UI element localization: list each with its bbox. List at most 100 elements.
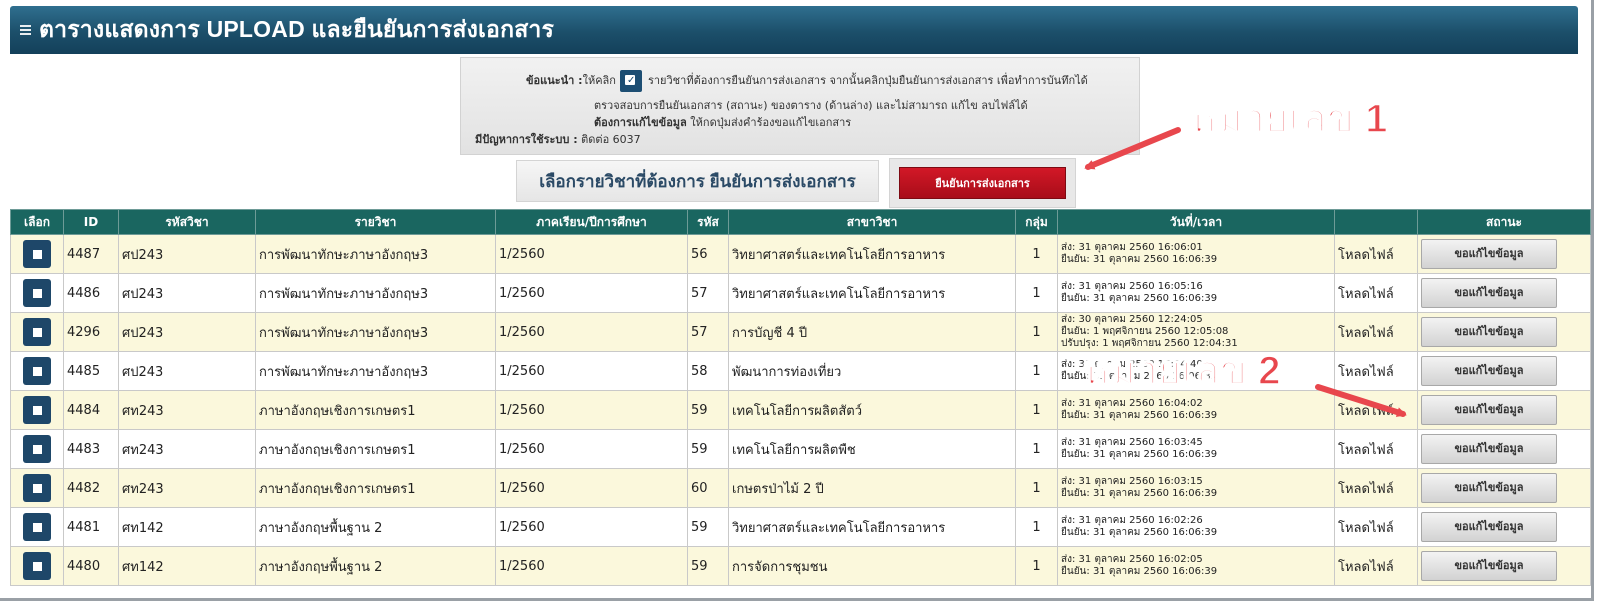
select-row-button[interactable]: [23, 357, 51, 385]
table-row: 4483 ศท243 ภาษาอังกฤษเชิงการเกษตร1 1/2560 59…: [10, 429, 1591, 469]
row-code: ศป243: [118, 351, 256, 391]
request-edit-button[interactable]: ขอแก้ไขข้อมูล: [1421, 317, 1557, 347]
row-major: พัฒนาการท่องเที่ยว: [728, 351, 1016, 391]
row-code: ศท243: [118, 390, 256, 430]
request-edit-button[interactable]: ขอแก้ไขข้อมูล: [1421, 473, 1557, 503]
download-file-link[interactable]: โหลดไฟล์: [1338, 248, 1394, 263]
row-datetime: ส่ง: 31 ตุลาคม 2560 16:05:16 ยืนยัน: 31 ต…: [1057, 273, 1335, 313]
select-cell: [10, 273, 64, 313]
download-file-link[interactable]: โหลดไฟล์: [1338, 482, 1394, 497]
download-file-link[interactable]: โหลดไฟล์: [1338, 326, 1394, 341]
row-status: ขอแก้ไขข้อมูล: [1417, 390, 1591, 430]
confirm-time: ยืนยัน: 31 ตุลาคม 2560 16:06:39: [1061, 566, 1218, 577]
select-cell: [10, 468, 64, 508]
download-file-link[interactable]: โหลดไฟล์: [1338, 443, 1394, 458]
row-term: 1/2560: [495, 273, 688, 313]
row-file: โหลดไฟล์: [1334, 234, 1418, 274]
select-row-button[interactable]: [23, 513, 51, 541]
confirm-submit-button[interactable]: ยืนยันการส่งเอกสาร: [899, 167, 1066, 199]
row-file: โหลดไฟล์: [1334, 546, 1418, 586]
title-bar: ตารางแสดงการ UPLOAD และยืนยันการส่งเอกสา…: [10, 6, 1578, 54]
confirm-time: ยืนยัน: 31 ตุลาคม 2560 16:06:39: [1061, 254, 1218, 265]
col-code: รหัสวิชา: [118, 209, 256, 235]
download-file-link[interactable]: โหลดไฟล์: [1338, 521, 1394, 536]
request-edit-button[interactable]: ขอแก้ไขข้อมูล: [1421, 434, 1557, 464]
row-section: 56: [687, 234, 729, 274]
select-cell: [10, 429, 64, 469]
download-file-link[interactable]: โหลดไฟล์: [1338, 560, 1394, 575]
confirm-time: ยืนยัน: 1 พฤศจิกายน 2560 12:05:08: [1061, 326, 1229, 337]
download-file-link[interactable]: โหลดไฟล์: [1338, 365, 1394, 380]
row-group: 1: [1015, 312, 1058, 352]
select-cell: [10, 546, 64, 586]
request-edit-button[interactable]: ขอแก้ไขข้อมูล: [1421, 551, 1557, 581]
row-section: 59: [687, 390, 729, 430]
row-term: 1/2560: [495, 351, 688, 391]
select-row-button[interactable]: [23, 318, 51, 346]
request-edit-button[interactable]: ขอแก้ไขข้อมูล: [1421, 239, 1557, 269]
row-term: 1/2560: [495, 468, 688, 508]
row-term: 1/2560: [495, 390, 688, 430]
select-row-button[interactable]: [23, 435, 51, 463]
col-file: [1334, 209, 1418, 235]
confirm-time: ยืนยัน: 31 ตุลาคม 2560 16:06:39: [1061, 410, 1218, 421]
row-datetime: ส่ง: 31 ตุลาคม 2560 16:02:26 ยืนยัน: 31 ต…: [1057, 507, 1335, 547]
row-id: 4486: [63, 273, 119, 313]
select-row-button[interactable]: [23, 396, 51, 424]
documents-table: เลือก ID รหัสวิชา รายวิชา ภาคเรียน/ปีการ…: [10, 209, 1591, 586]
row-term: 1/2560: [495, 234, 688, 274]
request-edit-button[interactable]: ขอแก้ไขข้อมูล: [1421, 356, 1557, 386]
hint-edit-text: ให้กดปุ่มส่งคำร้องขอแก้ไขเอกสาร: [686, 116, 852, 129]
table-row: 4296 ศป243 การพัฒนาทักษะภาษาอังกฤษ3 1/2560 5…: [10, 312, 1591, 352]
row-file: โหลดไฟล์: [1334, 390, 1418, 430]
select-cell: [10, 312, 64, 352]
checkbox-icon: ✓: [619, 70, 642, 92]
col-select: เลือก: [10, 209, 64, 235]
hint-line-1: ข้อแนะนำ :ให้คลิก ✓ รายวิชาที่ต้องการยืนยั…: [526, 70, 1088, 92]
submit-time: ส่ง: 30 ตุลาคม 2560 12:24:05: [1061, 314, 1203, 325]
row-id: 4483: [63, 429, 119, 469]
table-row: 4485 ศป243 การพัฒนาทักษะภาษาอังกฤษ3 1/2560 5…: [10, 351, 1591, 391]
row-status: ขอแก้ไขข้อมูล: [1417, 468, 1591, 508]
select-row-button[interactable]: [23, 474, 51, 502]
select-cell: [10, 234, 64, 274]
select-row-button[interactable]: [23, 240, 51, 268]
table-row: 4482 ศท243 ภาษาอังกฤษเชิงการเกษตร1 1/2560 60…: [10, 468, 1591, 508]
row-id: 4296: [63, 312, 119, 352]
row-section: 57: [687, 273, 729, 313]
row-status: ขอแก้ไขข้อมูล: [1417, 351, 1591, 391]
row-id: 4480: [63, 546, 119, 586]
row-section: 58: [687, 351, 729, 391]
col-status: สถานะ: [1417, 209, 1591, 235]
select-cell: [10, 390, 64, 430]
request-edit-button[interactable]: ขอแก้ไขข้อมูล: [1421, 278, 1557, 308]
row-datetime: ส่ง: 31 ตุลาคม 2560 16:03:45 ยืนยัน: 31 ต…: [1057, 429, 1335, 469]
row-id: 4485: [63, 351, 119, 391]
confirm-time: ยืนยัน: 31 ตุลาคม 2560 16:06:39: [1061, 527, 1218, 538]
row-status: ขอแก้ไขข้อมูล: [1417, 312, 1591, 352]
row-file: โหลดไฟล์: [1334, 429, 1418, 469]
row-major: เทคโนโลยีการผลิตสัตว์: [728, 390, 1016, 430]
confirm-time: ยืนยัน: 31 ตุลาคม 2560 16:06:39: [1061, 293, 1218, 304]
row-file: โหลดไฟล์: [1334, 468, 1418, 508]
page-title: ตารางแสดงการ UPLOAD และยืนยันการส่งเอกสา…: [39, 16, 555, 42]
row-term: 1/2560: [495, 546, 688, 586]
row-major: วิทยาศาสตร์และเทคโนโลยีการอาหาร: [728, 273, 1016, 313]
row-major: เทคโนโลยีการผลิตพืช: [728, 429, 1016, 469]
row-file: โหลดไฟล์: [1334, 507, 1418, 547]
annotation-label-1: หมายเลข 1: [1189, 96, 1388, 142]
row-section: 59: [687, 507, 729, 547]
download-file-link[interactable]: โหลดไฟล์: [1338, 404, 1394, 419]
row-group: 1: [1015, 273, 1058, 313]
row-code: ศท243: [118, 429, 256, 469]
submit-time: ส่ง: 31 ตุลาคม 2560 16:06:01: [1061, 242, 1203, 253]
request-edit-button[interactable]: ขอแก้ไขข้อมูล: [1421, 512, 1557, 542]
request-edit-button[interactable]: ขอแก้ไขข้อมูล: [1421, 395, 1557, 425]
download-file-link[interactable]: โหลดไฟล์: [1338, 287, 1394, 302]
select-row-button[interactable]: [23, 279, 51, 307]
select-row-button[interactable]: [23, 552, 51, 580]
row-file: โหลดไฟล์: [1334, 312, 1418, 352]
table-icon: [20, 24, 31, 36]
hint-line-2: ตรวจสอบการยืนยันเอกสาร (สถานะ) ของตาราง …: [594, 99, 1028, 112]
select-cell: [10, 507, 64, 547]
